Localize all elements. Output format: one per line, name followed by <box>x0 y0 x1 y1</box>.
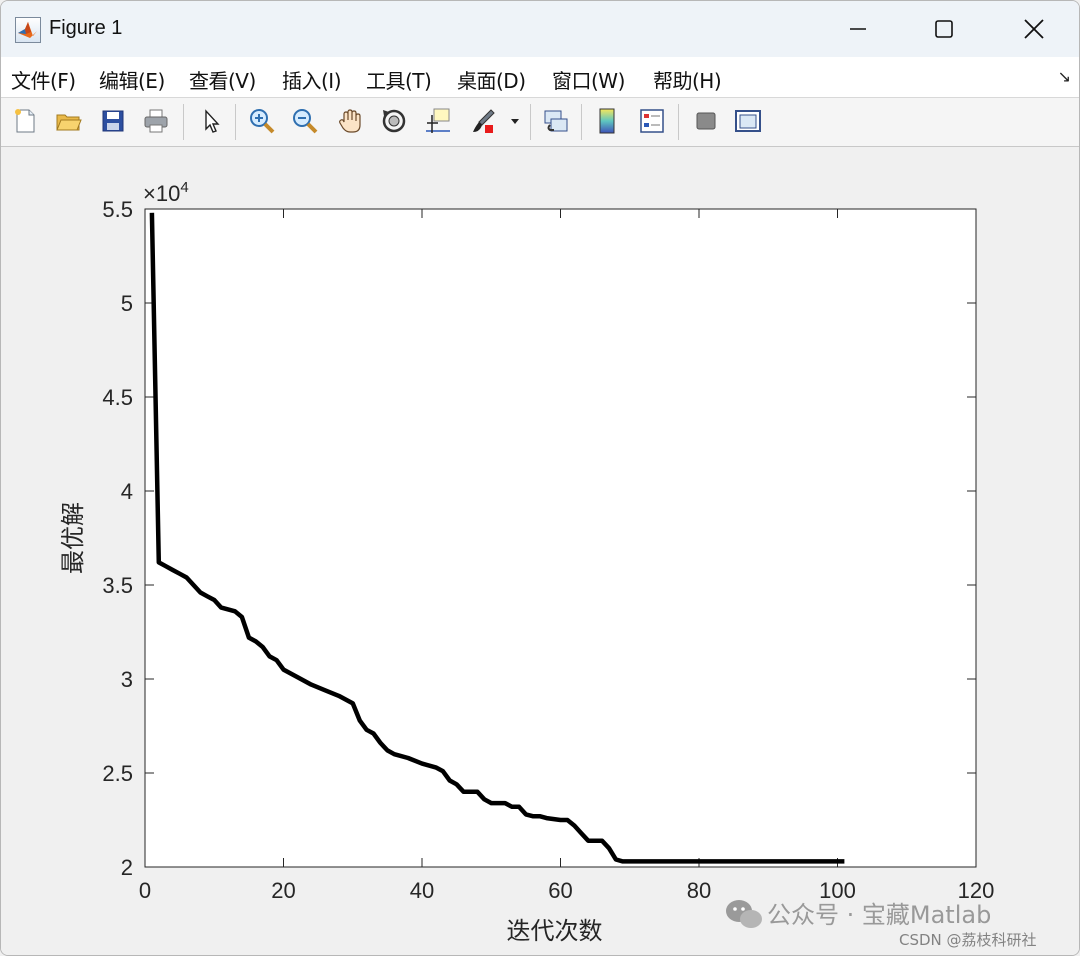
link-plot-icon[interactable] <box>539 104 573 138</box>
x-tick-label: 80 <box>687 878 711 903</box>
brush-icon[interactable] <box>466 104 500 138</box>
close-icon <box>1024 19 1044 39</box>
figure-window: Figure 1 文件(F) 编辑(E) 查看(V) 插入(I) 工具(T) 桌… <box>0 0 1080 956</box>
y-tick-label: 3 <box>121 667 133 692</box>
menu-window[interactable]: 窗口(W) <box>552 65 625 94</box>
matlab-logo-icon <box>15 17 41 43</box>
menu-insert[interactable]: 插入(I) <box>282 65 342 94</box>
toolbar-separator <box>235 104 236 140</box>
open-file-icon[interactable] <box>51 104 85 138</box>
toolbar-separator <box>581 104 582 140</box>
menu-bar: 文件(F) 编辑(E) 查看(V) 插入(I) 工具(T) 桌面(D) 窗口(W… <box>1 57 1079 98</box>
menu-edit[interactable]: 编辑(E) <box>99 65 165 94</box>
x-tick-label: 20 <box>271 878 295 903</box>
title-bar[interactable]: Figure 1 <box>1 1 1079 57</box>
y-tick-label: 5 <box>121 291 133 316</box>
x-tick-label: 100 <box>819 878 856 903</box>
x-tick-label: 60 <box>548 878 572 903</box>
figure-toolbar <box>1 98 1079 147</box>
print-icon[interactable] <box>139 104 173 138</box>
zoom-in-icon[interactable] <box>245 104 279 138</box>
toolbar-separator <box>530 104 531 140</box>
menu-view[interactable]: 查看(V) <box>189 65 256 94</box>
menu-tools[interactable]: 工具(T) <box>366 65 432 94</box>
y-tick-label: 4.5 <box>102 385 133 410</box>
y-axis-label: 最优解 <box>59 502 87 574</box>
y-exponent-label: ×104 <box>143 179 189 206</box>
window-title: Figure 1 <box>49 17 123 39</box>
x-tick-label: 40 <box>410 878 434 903</box>
y-tick-label: 5.5 <box>102 197 133 222</box>
maximize-button[interactable] <box>899 1 989 57</box>
minimize-icon <box>850 28 866 30</box>
watermark-source: CSDN @荔枝科研社 <box>899 931 1037 949</box>
menu-help[interactable]: 帮助(H) <box>653 65 722 94</box>
axes-box[interactable] <box>144 208 977 868</box>
x-tick-label: 120 <box>958 878 995 903</box>
brush-dropdown-icon[interactable] <box>504 104 526 138</box>
toolbar-separator <box>183 104 184 140</box>
save-icon[interactable] <box>96 104 130 138</box>
y-tick-label: 2.5 <box>102 761 133 786</box>
menu-file[interactable]: 文件(F) <box>11 65 76 94</box>
x-tick-label: 0 <box>139 878 151 903</box>
y-tick-label: 2 <box>121 855 133 880</box>
pan-icon[interactable] <box>333 104 367 138</box>
data-cursor-icon[interactable] <box>421 104 455 138</box>
minimize-button[interactable] <box>813 1 903 57</box>
close-button[interactable] <box>989 1 1079 57</box>
figure-canvas: 0 20 40 60 80 100 120 2 2.5 3 3.5 4 4.5 5 5.5 ×104 最优解… <box>1 147 1079 955</box>
maximize-icon <box>935 20 953 38</box>
wechat-logo-icon <box>726 900 762 928</box>
show-plot-tools-icon[interactable] <box>731 104 765 138</box>
hide-plot-tools-icon[interactable] <box>689 104 723 138</box>
zoom-out-icon[interactable] <box>288 104 322 138</box>
menu-desktop[interactable]: 桌面(D) <box>457 65 526 94</box>
x-axis-label: 迭代次数 <box>507 917 603 945</box>
new-figure-icon[interactable] <box>8 104 42 138</box>
pointer-icon[interactable] <box>194 104 228 138</box>
dock-arrow-icon[interactable]: ↘ <box>1058 67 1071 86</box>
y-tick-label: 3.5 <box>102 573 133 598</box>
watermark-account: 公众号 · 宝藏Matlab <box>767 901 991 929</box>
legend-icon[interactable] <box>635 104 669 138</box>
line-chart[interactable]: 0 20 40 60 80 100 120 2 2.5 3 3.5 4 4.5 5 5.5 ×104 最优解… <box>1 147 1079 955</box>
rotate-3d-icon[interactable] <box>377 104 411 138</box>
y-tick-label: 4 <box>121 479 133 504</box>
colorbar-icon[interactable] <box>591 104 625 138</box>
toolbar-separator <box>678 104 679 140</box>
